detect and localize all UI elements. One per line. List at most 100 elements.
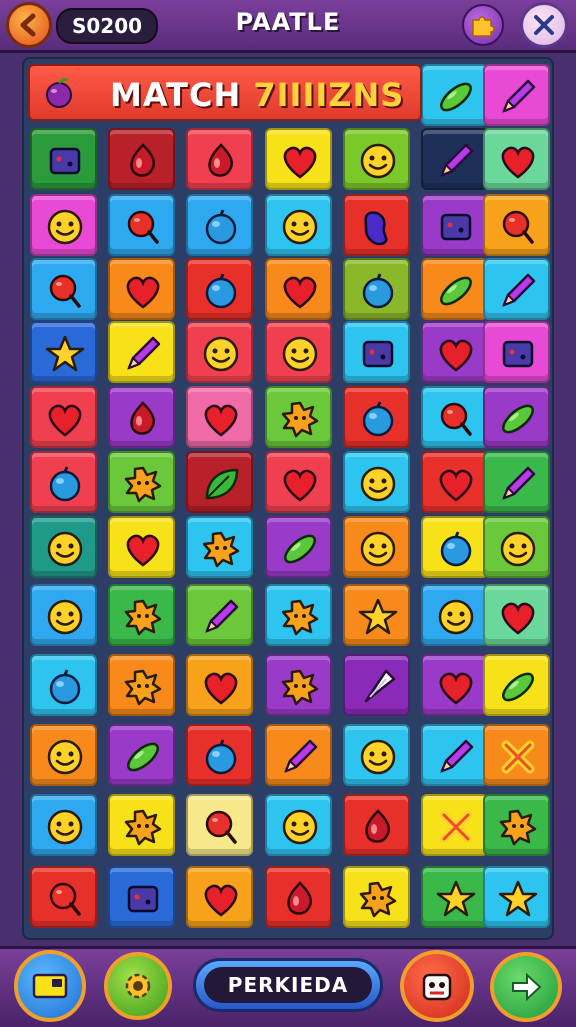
- game-tile[interactable]: [265, 451, 332, 513]
- game-tile[interactable]: [421, 194, 488, 256]
- game-tile[interactable]: [343, 794, 410, 856]
- game-tile[interactable]: [421, 516, 488, 578]
- heart-icon: [126, 534, 160, 567]
- game-tile[interactable]: [108, 321, 175, 383]
- puzzle-button[interactable]: [462, 4, 504, 46]
- game-tile[interactable]: [343, 866, 410, 928]
- game-tile[interactable]: [30, 516, 97, 578]
- game-tile[interactable]: [265, 194, 332, 256]
- game-tile[interactable]: [421, 794, 488, 856]
- game-tile[interactable]: [343, 584, 410, 646]
- game-tile[interactable]: [265, 321, 332, 383]
- game-tile[interactable]: [186, 516, 253, 578]
- game-tile[interactable]: [265, 584, 332, 646]
- game-tile[interactable]: [265, 258, 332, 320]
- game-tile[interactable]: [186, 258, 253, 320]
- game-tile[interactable]: [421, 258, 488, 320]
- game-tile[interactable]: [30, 194, 97, 256]
- game-tile[interactable]: [108, 194, 175, 256]
- game-tile[interactable]: [343, 654, 410, 716]
- settings-button[interactable]: [520, 2, 568, 48]
- game-tile[interactable]: [108, 386, 175, 448]
- game-tile[interactable]: [265, 866, 332, 928]
- game-tile[interactable]: [108, 654, 175, 716]
- game-tile[interactable]: [265, 794, 332, 856]
- game-tile[interactable]: [108, 258, 175, 320]
- game-tile[interactable]: [30, 794, 97, 856]
- game-tile[interactable]: [186, 724, 253, 786]
- game-tile[interactable]: [30, 321, 97, 383]
- game-tile[interactable]: [483, 258, 550, 320]
- game-tile[interactable]: [30, 258, 97, 320]
- center-action-button[interactable]: PERKIEDA: [193, 958, 383, 1012]
- splat-icon: [124, 599, 162, 636]
- game-tile[interactable]: [30, 386, 97, 448]
- game-tile[interactable]: [265, 516, 332, 578]
- monster-button[interactable]: [400, 950, 474, 1022]
- ball-icon: [440, 531, 472, 567]
- game-tile[interactable]: [108, 866, 175, 928]
- game-tile[interactable]: [30, 584, 97, 646]
- card-button[interactable]: [14, 950, 86, 1022]
- game-tile[interactable]: [343, 386, 410, 448]
- game-tile[interactable]: [421, 64, 488, 126]
- game-tile[interactable]: [421, 128, 488, 190]
- game-tile[interactable]: [186, 654, 253, 716]
- game-tile[interactable]: [30, 128, 97, 190]
- back-button[interactable]: [6, 2, 52, 48]
- game-tile[interactable]: [186, 386, 253, 448]
- game-tile[interactable]: [265, 724, 332, 786]
- game-tile[interactable]: [343, 258, 410, 320]
- game-tile[interactable]: [343, 516, 410, 578]
- game-tile[interactable]: [186, 321, 253, 383]
- gear-button[interactable]: [104, 952, 172, 1020]
- game-tile[interactable]: [483, 194, 550, 256]
- game-tile[interactable]: [343, 194, 410, 256]
- game-tile[interactable]: [421, 866, 488, 928]
- game-tile[interactable]: [265, 654, 332, 716]
- game-tile[interactable]: [421, 386, 488, 448]
- game-tile[interactable]: [421, 724, 488, 786]
- game-tile[interactable]: [108, 451, 175, 513]
- game-tile[interactable]: [483, 866, 550, 928]
- game-tile[interactable]: [265, 386, 332, 448]
- game-tile[interactable]: [343, 451, 410, 513]
- game-tile[interactable]: [186, 866, 253, 928]
- game-tile[interactable]: [483, 794, 550, 856]
- game-tile[interactable]: [483, 128, 550, 190]
- box-icon: [440, 213, 472, 241]
- game-tile[interactable]: [108, 794, 175, 856]
- game-tile[interactable]: [483, 516, 550, 578]
- game-tile[interactable]: [186, 794, 253, 856]
- game-tile[interactable]: [108, 724, 175, 786]
- game-tile[interactable]: [343, 128, 410, 190]
- game-tile[interactable]: [265, 128, 332, 190]
- game-tile[interactable]: [186, 584, 253, 646]
- game-tile[interactable]: [483, 451, 550, 513]
- game-tile[interactable]: [30, 451, 97, 513]
- game-tile[interactable]: [30, 866, 97, 928]
- game-tile[interactable]: [186, 451, 253, 513]
- game-tile[interactable]: [186, 194, 253, 256]
- game-tile[interactable]: [421, 584, 488, 646]
- game-tile[interactable]: [30, 724, 97, 786]
- game-tile[interactable]: [421, 451, 488, 513]
- game-tile[interactable]: [483, 584, 550, 646]
- game-tile[interactable]: [483, 654, 550, 716]
- game-tile[interactable]: [483, 64, 550, 126]
- ball-icon: [49, 466, 81, 502]
- heart-icon: [204, 672, 238, 705]
- next-button[interactable]: [490, 952, 562, 1022]
- game-tile[interactable]: [343, 724, 410, 786]
- game-tile[interactable]: [108, 128, 175, 190]
- game-tile[interactable]: [186, 128, 253, 190]
- game-tile[interactable]: [421, 321, 488, 383]
- game-tile[interactable]: [483, 724, 550, 786]
- game-tile[interactable]: [483, 321, 550, 383]
- game-tile[interactable]: [483, 386, 550, 448]
- game-tile[interactable]: [421, 654, 488, 716]
- game-tile[interactable]: [108, 516, 175, 578]
- game-tile[interactable]: [343, 321, 410, 383]
- game-tile[interactable]: [30, 654, 97, 716]
- game-tile[interactable]: [108, 584, 175, 646]
